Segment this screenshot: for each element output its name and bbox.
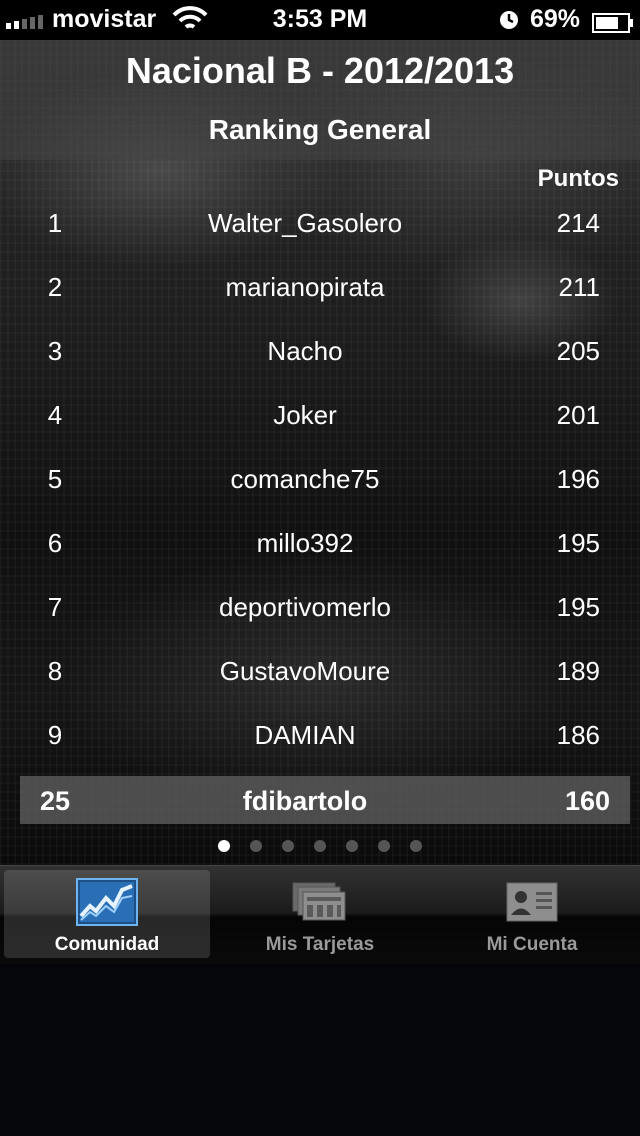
row-position: 7 [47,592,63,622]
page-dot[interactable] [314,840,326,852]
page-dot[interactable] [378,840,390,852]
page-subtitle: Ranking General [208,114,432,145]
row-username: DAMIAN [254,720,356,750]
tab-label: Comunidad [54,934,160,955]
current-user-position: 25 [39,786,71,816]
row-username: Nacho [267,336,343,366]
cards-icon [217,878,423,926]
row-points: 205 [556,336,600,366]
ranking-header: Nacional B - 2012/2013 Ranking General [0,40,640,160]
row-position: 4 [47,400,63,430]
ranking-row[interactable]: 8 GustavoMoure 189 [0,640,640,704]
row-points: 201 [556,400,600,430]
ranking-row[interactable]: 4 Joker 201 [0,384,640,448]
row-username: GustavoMoure [219,656,391,686]
ranking-row[interactable]: 2 marianopirata 211 [0,256,640,320]
row-username: deportivomerlo [219,592,391,622]
alarm-clock-icon [498,9,520,38]
page-dot[interactable] [218,840,230,852]
row-position: 6 [47,528,63,558]
page-dot[interactable] [410,840,422,852]
row-username: marianopirata [225,272,385,302]
tab-bar: Comunidad Mis Tarjetas Mi Cuenta [0,865,640,964]
row-points: 214 [556,208,600,238]
row-position: 5 [47,464,63,494]
current-user-row[interactable]: 25 fdibartolo 160 [20,776,630,824]
ranking-row[interactable]: 3 Nacho 205 [0,320,640,384]
id-card-icon [429,878,635,926]
row-points: 211 [558,272,600,302]
ranking-row[interactable]: 5 comanche75 196 [0,448,640,512]
ranking-row[interactable]: 6 millo392 195 [0,512,640,576]
tab-label: Mi Cuenta [486,934,578,955]
row-position: 9 [47,720,63,750]
row-points: 196 [556,464,600,494]
current-user-points: 160 [564,786,610,816]
tab-comunidad[interactable]: Comunidad [4,870,210,958]
row-username: Joker [273,400,337,430]
row-username: Walter_Gasolero [207,208,403,238]
page-control[interactable] [0,840,640,852]
row-position: 1 [47,208,63,238]
row-points: 195 [556,592,600,622]
row-position: 2 [47,272,63,302]
page-dot[interactable] [250,840,262,852]
tab-label: Mis Tarjetas [265,934,375,955]
chart-icon [4,878,210,926]
row-position: 8 [47,656,63,686]
row-points: 186 [556,720,600,750]
row-username: comanche75 [230,464,380,494]
tab-mis-tarjetas[interactable]: Mis Tarjetas [217,870,423,958]
ranking-list: 1 Walter_Gasolero 214 2 marianopirata 21… [0,192,640,768]
ranking-row[interactable]: 1 Walter_Gasolero 214 [0,192,640,256]
battery-icon [592,11,634,40]
battery-percentage: 69% [530,5,581,33]
ranking-row[interactable]: 7 deportivomerlo 195 [0,576,640,640]
current-user-name: fdibartolo [242,786,368,816]
page-title: Nacional B - 2012/2013 [125,50,515,91]
row-points: 195 [556,528,600,558]
row-position: 3 [47,336,63,366]
status-bar: movistar 3:53 PM 69% [0,0,640,40]
page-dot[interactable] [346,840,358,852]
page-dot[interactable] [282,840,294,852]
ranking-row[interactable]: 9 DAMIAN 186 [0,704,640,768]
row-username: millo392 [256,528,354,558]
row-points: 189 [556,656,600,686]
tab-mi-cuenta[interactable]: Mi Cuenta [429,870,635,958]
points-column-header: Puntos [537,165,619,192]
